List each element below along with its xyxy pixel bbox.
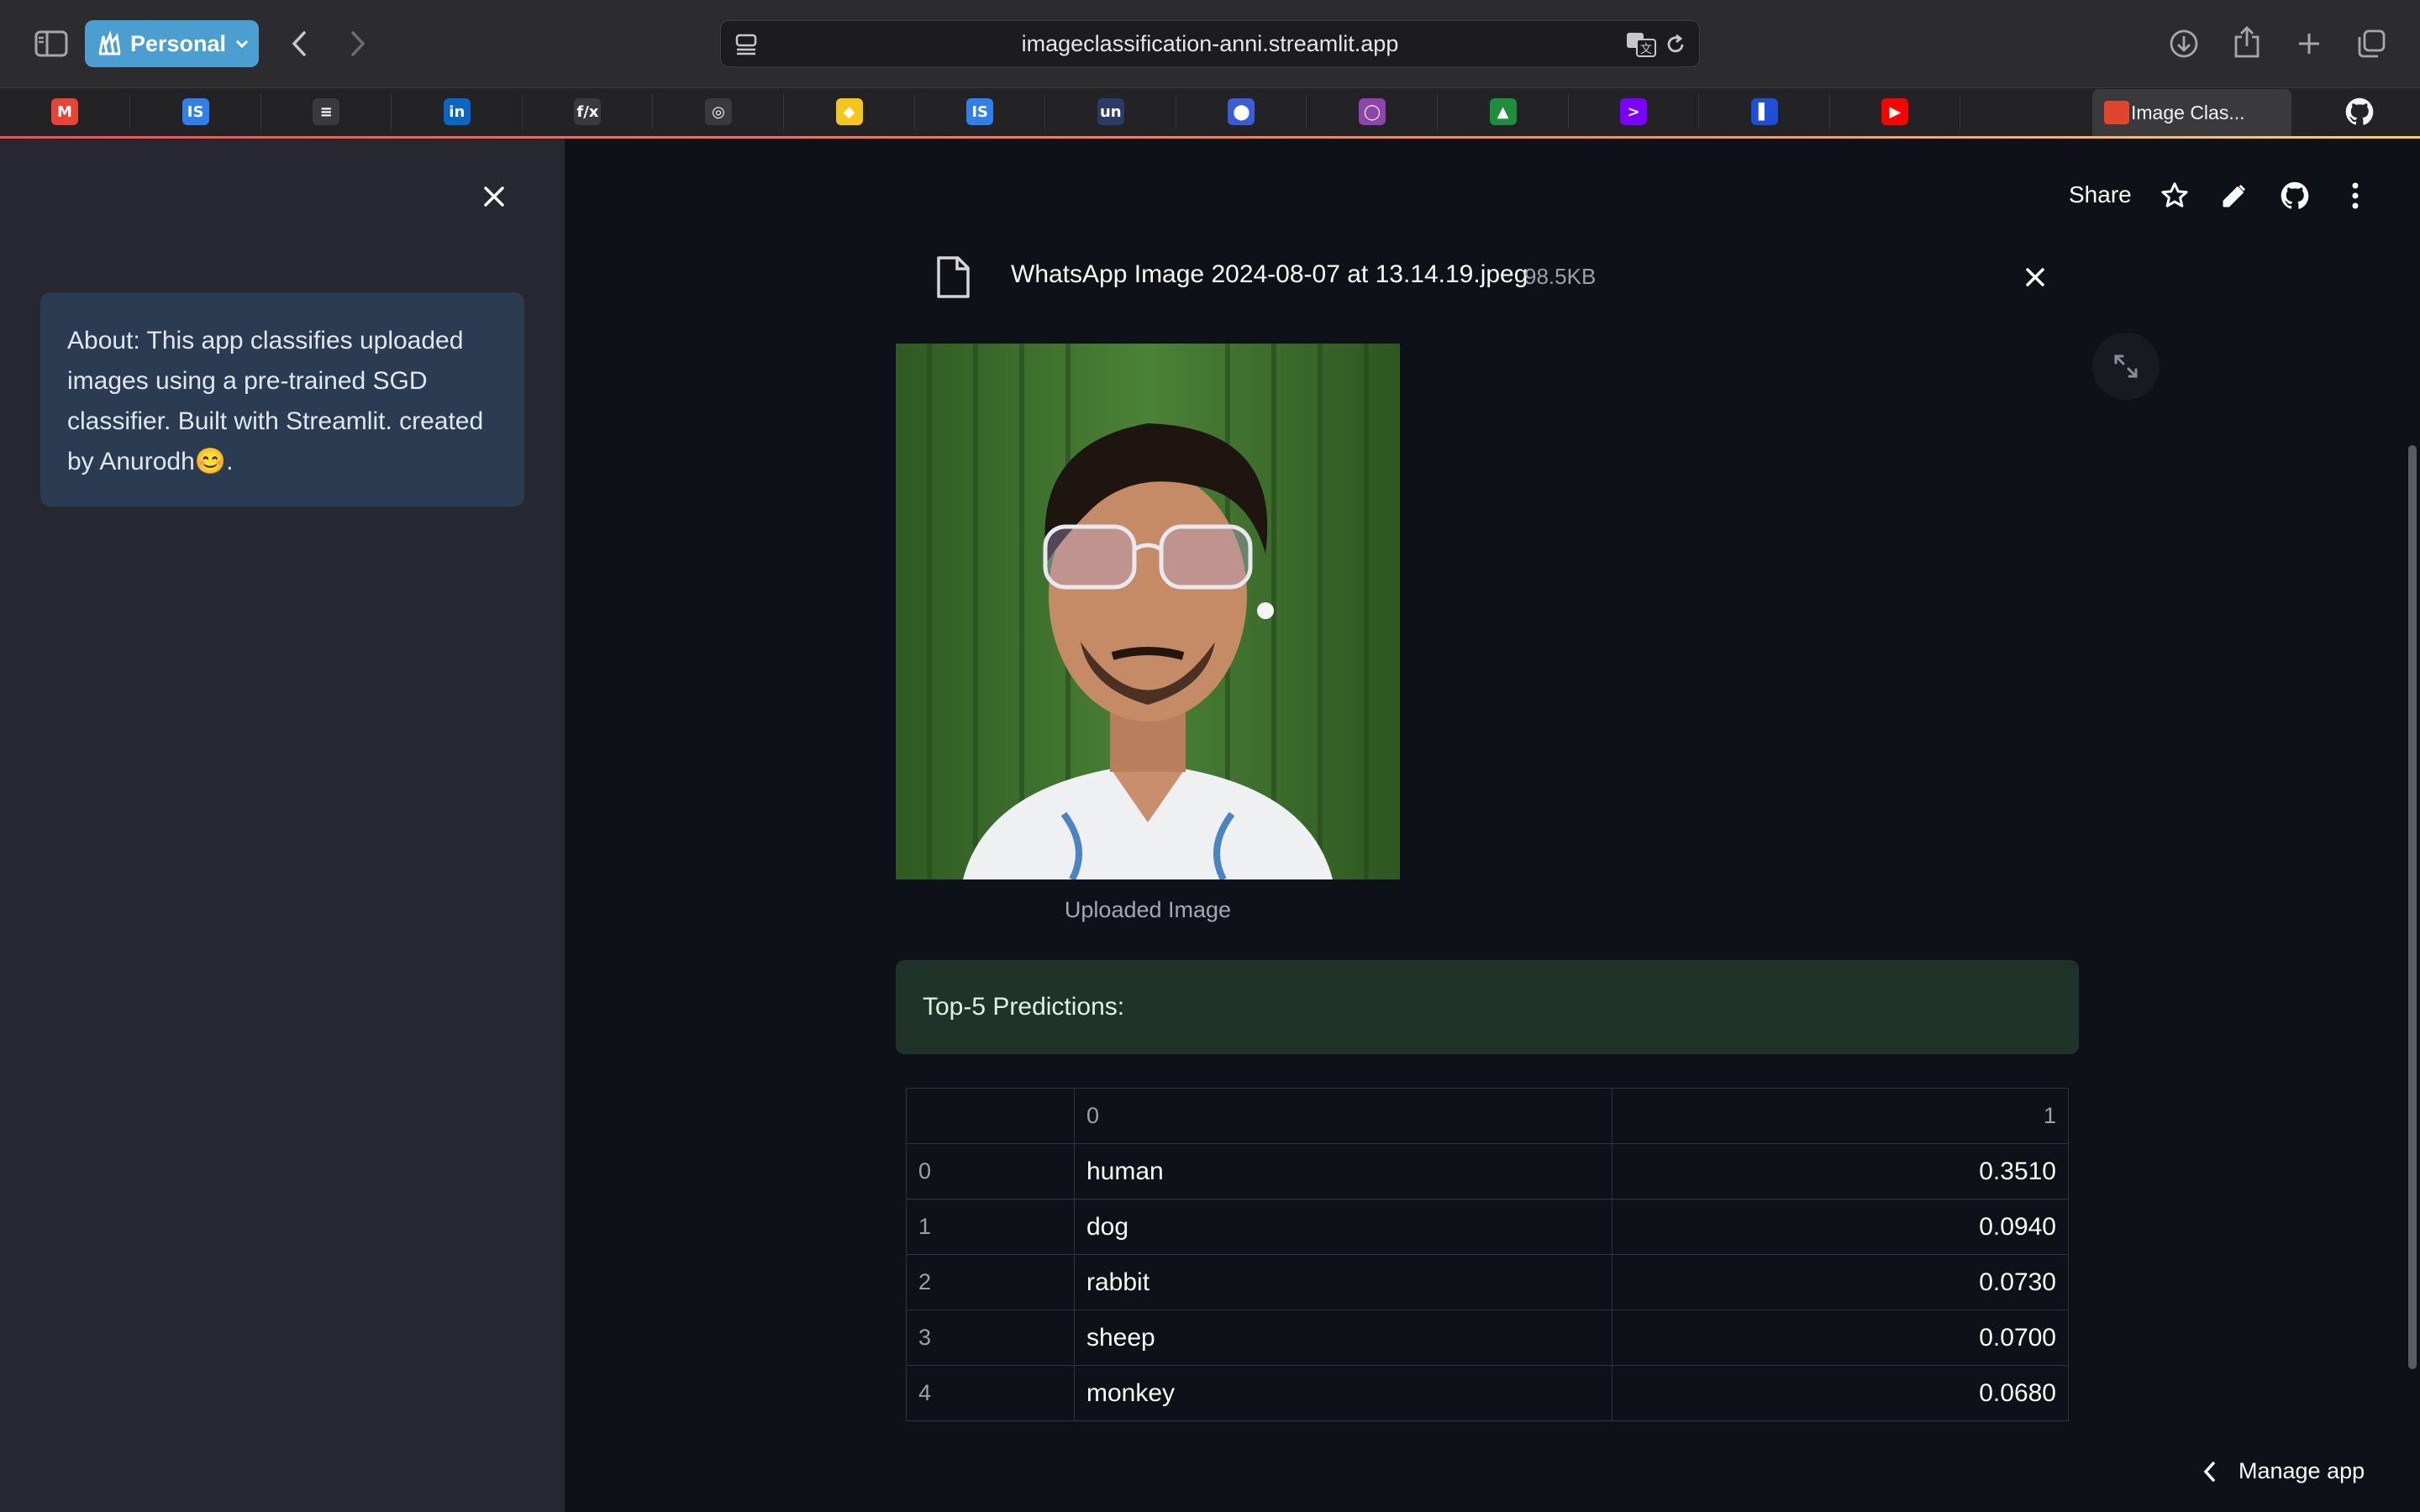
formula-favicon-icon: f/x [574,98,602,125]
chevron-down-icon [236,39,249,49]
table-row: 4 monkey 0.0680 [906,1365,2069,1421]
prediction-probability: 0.0940 [1612,1199,2069,1255]
favorite-tab[interactable]: M [0,94,130,129]
proton-favicon-icon: ◯ [1359,98,1386,125]
tab-overview-icon[interactable] [2353,25,2390,62]
star-icon[interactable] [2158,179,2191,213]
success-message: Top-5 Predictions: [923,993,1125,1021]
favorite-tab[interactable]: IS [915,94,1046,129]
row-index: 3 [906,1310,1075,1366]
prediction-label: sheep [1074,1310,1612,1366]
fullscreen-icon[interactable] [2092,333,2160,400]
table-row: 0 human 0.3510 [906,1143,2069,1200]
prediction-label: dog [1074,1199,1612,1255]
accenture-favicon-icon: > [1620,98,1648,125]
favorite-tab[interactable]: IS [131,94,261,129]
about-info-box: About: This app classifies uploaded imag… [40,292,524,507]
favorite-tab[interactable]: ▲ [1439,94,1569,129]
translate-icon[interactable]: 文 [1625,31,1657,58]
column-header-1: 1 [1612,1088,2069,1144]
profile-name: Personal [130,30,227,56]
uploaded-file-size: 98.5KB [1524,264,1597,289]
row-index: 0 [906,1143,1075,1200]
more-options-icon[interactable] [2338,179,2372,213]
book-favicon-icon: ▌ [1750,98,1778,125]
favorite-tab[interactable]: ≡ [261,94,392,129]
openai-favicon-icon: ◎ [705,98,732,125]
table-row: 1 dog 0.0940 [906,1199,2069,1255]
youtube-favicon-icon: ▶ [1881,98,1909,125]
favorite-tab[interactable]: ◯ [1307,94,1438,129]
row-index: 4 [906,1365,1075,1421]
uploaded-image [896,344,1400,879]
predictions-table: 0 1 0 human 0.3510 1 dog 0.0940 2 rabbit… [906,1088,2069,1421]
blue-circle-favicon-icon: ⬤ [1228,98,1255,125]
uploaded-file-name: WhatsApp Image 2024-08-07 at 13.14.19.jp… [1011,260,1528,288]
page-menu-icon[interactable] [734,33,758,56]
reload-icon[interactable] [1664,33,1687,56]
prediction-probability: 0.0680 [1612,1365,2069,1421]
github-icon [2345,97,2373,125]
chevron-left-icon [2203,1461,2215,1482]
favorite-tab[interactable]: f/x [523,94,654,129]
favorite-tab[interactable]: ▌ [1700,94,1830,129]
favorite-tab[interactable]: ◆ [785,94,915,129]
favorite-tab[interactable]: ◎ [654,94,784,129]
share-button[interactable]: Share [2069,181,2132,208]
url-text: imageclassification-anni.streamlit.app [1021,30,1399,56]
row-index: 1 [906,1199,1075,1255]
drive-favicon-icon: ▲ [1489,98,1517,125]
github-icon[interactable] [2278,179,2312,213]
prediction-label: human [1074,1143,1612,1200]
file-icon [934,255,971,299]
forward-icon[interactable] [339,25,376,62]
row-index: 2 [906,1254,1075,1310]
streamlit-crown-icon [2104,101,2129,124]
table-header-row: 0 1 [906,1088,2069,1144]
favorite-tab[interactable]: in [392,94,523,129]
edit-icon[interactable] [2217,179,2251,213]
sidebar-close-icon[interactable] [477,180,511,213]
browser-toolbar: Personal imageclassification-anni.stream… [0,0,2420,87]
share-sheet-icon[interactable] [2228,24,2265,60]
sidebar-toggle-icon[interactable] [32,25,71,62]
active-tab-title: Image Clas... [2131,101,2245,123]
manage-app-button[interactable]: Manage app [2202,1458,2365,1484]
linkedin-favicon-icon: in [443,98,471,125]
about-text: About: This app classifies uploaded imag… [67,327,484,475]
favorite-tab[interactable]: un [1046,94,1176,129]
column-header-index [906,1088,1075,1144]
favorite-tab[interactable]: ⬤ [1176,94,1307,129]
active-tab[interactable]: Image Clas... [2092,89,2291,136]
prediction-probability: 0.3510 [1612,1143,2069,1200]
prediction-probability: 0.0700 [1612,1310,2069,1366]
back-icon[interactable] [281,25,318,62]
image-caption: Uploaded Image [1064,897,1232,922]
is-favicon-icon: IS [182,98,209,125]
manage-app-label: Manage app [2238,1458,2365,1483]
downloads-icon[interactable] [2165,25,2202,62]
gmail-favicon-icon: M [51,98,78,125]
predictions-success-box: Top-5 Predictions: [896,960,2079,1054]
github-tab[interactable] [2294,94,2420,129]
prediction-probability: 0.0730 [1612,1254,2069,1310]
remove-file-icon[interactable] [2018,260,2052,294]
main-scrollbar[interactable] [2408,445,2417,1369]
is-favicon-2-icon: IS [966,98,994,125]
table-row: 2 rabbit 0.0730 [906,1254,2069,1310]
svg-text:文: 文 [1640,43,1652,56]
new-tab-icon[interactable] [2291,25,2328,62]
prediction-label: rabbit [1074,1254,1612,1310]
favorite-tab[interactable]: > [1569,94,1700,129]
profile-button[interactable]: Personal [85,20,259,67]
address-bar[interactable]: imageclassification-anni.streamlit.app 文 [720,20,1700,67]
favorite-tab[interactable]: ▶ [1830,94,1961,129]
table-row: 3 sheep 0.0700 [906,1310,2069,1366]
column-header-0: 0 [1074,1088,1612,1144]
un-favicon-icon: un [1097,98,1124,125]
profile-icon [98,31,121,55]
yellow-favicon-icon: ◆ [835,98,863,125]
news-favicon-icon: ≡ [313,98,340,125]
prediction-label: monkey [1074,1365,1612,1421]
